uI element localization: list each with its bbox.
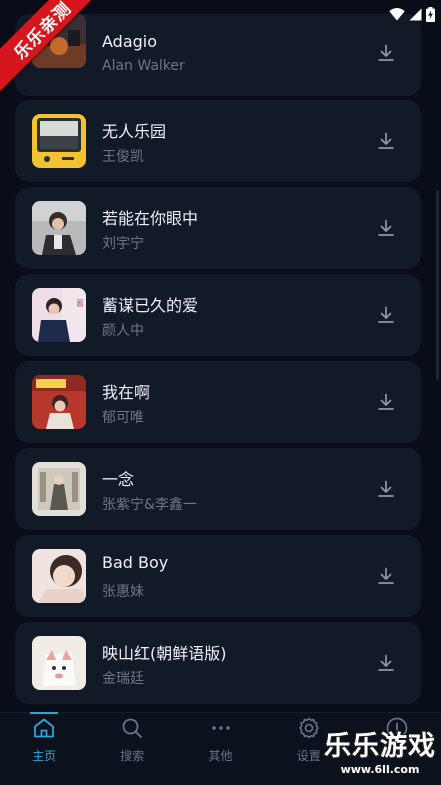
- cellular-signal-icon: [409, 8, 422, 20]
- song-item[interactable]: 一念 张紫宁&李鑫一: [15, 448, 421, 530]
- song-item[interactable]: 映山红(朝鲜语版) 金瑞廷: [15, 622, 421, 704]
- download-button[interactable]: [375, 478, 397, 500]
- more-icon: [211, 726, 230, 730]
- song-artist: 颜人中: [102, 323, 144, 339]
- song-title: 我在啊: [102, 383, 151, 402]
- watermark-logo: 乐乐游戏 www.6ll.com: [321, 731, 439, 781]
- song-list: Adagio Alan Walker 无人乐园 王俊凯 若能在你眼中 刘宇宁 蓄…: [0, 0, 441, 712]
- song-artist: 郁可唯: [102, 410, 144, 426]
- home-icon: [34, 718, 54, 738]
- nav-item-search[interactable]: 搜索: [88, 713, 176, 785]
- song-item[interactable]: 若能在你眼中 刘宇宁: [15, 187, 421, 269]
- song-item[interactable]: Bad Boy 张惠妹: [15, 535, 421, 617]
- song-item[interactable]: 蓄 蓄谋已久的爱 颜人中: [15, 274, 421, 356]
- download-icon: [378, 480, 394, 497]
- album-cover: [32, 636, 86, 690]
- album-cover: [32, 549, 86, 603]
- download-icon: [378, 306, 394, 323]
- nav-label: 设置: [296, 749, 321, 763]
- nav-item-home[interactable]: 主页: [0, 712, 88, 785]
- song-artist: 金瑞廷: [102, 671, 144, 687]
- album-cover: [32, 114, 86, 168]
- nav-label: 主页: [32, 749, 57, 763]
- svg-text:蓄: 蓄: [76, 298, 84, 308]
- download-button[interactable]: [375, 217, 397, 239]
- download-button[interactable]: [375, 391, 397, 413]
- song-artist: 张惠妹: [102, 584, 144, 600]
- song-artist: 张紫宁&李鑫一: [102, 497, 197, 513]
- song-title: 无人乐园: [102, 122, 167, 141]
- download-button[interactable]: [375, 130, 397, 152]
- download-icon: [378, 654, 394, 671]
- nav-label: 搜索: [120, 749, 145, 763]
- download-icon: [378, 393, 394, 410]
- album-cover: [32, 375, 86, 429]
- download-icon: [378, 44, 394, 61]
- scrollbar[interactable]: [436, 190, 439, 380]
- song-title: Adagio: [102, 32, 158, 51]
- album-cover: 蓄: [32, 288, 86, 342]
- song-title: 若能在你眼中: [102, 209, 199, 228]
- album-cover: [32, 201, 86, 255]
- status-bar: [361, 0, 441, 28]
- watermark-url: www.6ll.com: [340, 763, 420, 776]
- nav-label: 其他: [208, 749, 233, 763]
- search-icon: [122, 718, 143, 738]
- song-artist: 王俊凯: [102, 149, 144, 165]
- download-button[interactable]: [375, 652, 397, 674]
- song-title: Bad Boy: [102, 553, 169, 572]
- download-icon: [378, 567, 394, 584]
- nav-item-other[interactable]: 其他: [176, 713, 264, 785]
- download-button[interactable]: [375, 304, 397, 326]
- download-icon: [378, 219, 394, 236]
- download-icon: [378, 132, 394, 149]
- song-title: 蓄谋已久的爱: [102, 296, 199, 315]
- download-button[interactable]: [375, 42, 397, 64]
- battery-charging-icon: [426, 6, 435, 22]
- song-title: 一念: [102, 470, 135, 489]
- song-artist: 刘宇宁: [102, 236, 144, 252]
- song-artist: Alan Walker: [102, 58, 185, 74]
- gear-icon: [298, 717, 319, 739]
- download-button[interactable]: [375, 565, 397, 587]
- song-item[interactable]: 我在啊 郁可唯: [15, 361, 421, 443]
- app-screen: Adagio Alan Walker 无人乐园 王俊凯 若能在你眼中 刘宇宁 蓄…: [0, 0, 441, 785]
- album-cover: [32, 462, 86, 516]
- song-item[interactable]: 无人乐园 王俊凯: [15, 100, 421, 182]
- song-title: 映山红(朝鲜语版): [102, 644, 227, 663]
- wifi-icon: [389, 7, 405, 20]
- active-indicator: [30, 712, 59, 714]
- watermark-brand: 乐乐游戏: [324, 731, 436, 762]
